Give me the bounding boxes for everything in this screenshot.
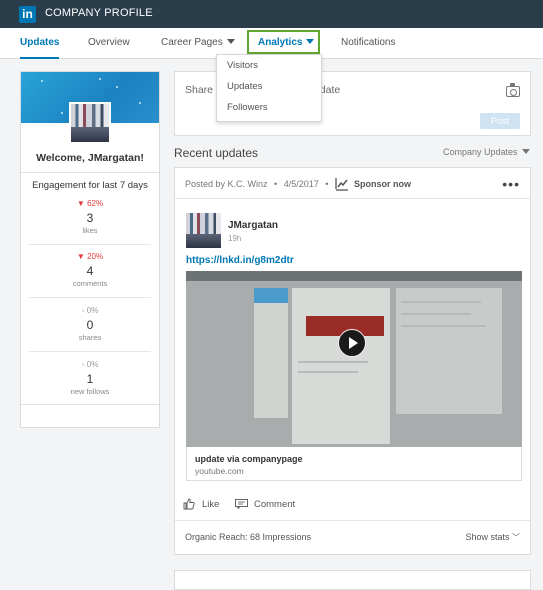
change-indicator: ◦ 0% [81,360,99,369]
stat-label: comments [72,279,108,288]
show-stats-label: Show stats [465,532,510,542]
tab-overview-label: Overview [88,37,130,48]
change-indicator: ▼ 20% [76,252,104,261]
divider [29,351,151,352]
stat-value: 1 [86,372,94,386]
stat-new-follows: ◦ 0% 1 new follows [29,360,151,397]
share-placeholder-right: date [319,84,341,96]
tab-notifications[interactable]: Notifications [341,28,395,58]
post-date: 4/5/2017 [283,179,319,189]
sponsor-now-button[interactable]: Sponsor now [354,179,411,189]
tab-updates[interactable]: Updates [20,28,60,59]
tab-overview[interactable]: Overview [88,28,130,58]
page-title: COMPANY PROFILE [45,7,153,19]
engagement-title: Engagement for last 7 days [32,180,148,191]
post-button[interactable]: Post [480,113,520,129]
video-title: update via companypage [195,454,303,464]
analytics-dropdown: Visitors Updates Followers [216,54,322,122]
company-updates-filter[interactable]: Company Updates [443,147,530,157]
chevron-down-icon [521,149,530,154]
thumbs-up-icon[interactable] [183,498,195,510]
tab-updates-label: Updates [20,37,60,48]
video-source: youtube.com [195,466,244,476]
post-meta: Posted by K.C. Winz • 4/5/2017 • [185,179,329,189]
video-caption[interactable]: update via companypage youtube.com [186,447,522,481]
divider [21,404,159,405]
stat-value: 3 [86,211,94,225]
video-thumbnail[interactable] [186,271,522,447]
camera-icon[interactable] [506,83,520,97]
next-post-card [174,570,531,590]
post-link[interactable]: https://lnkd.in/g8m2dtr [186,255,294,266]
menu-item-visitors[interactable]: Visitors [217,55,321,76]
organic-reach: Organic Reach: 68 Impressions [185,532,312,542]
change-indicator: ◦ 0% [81,306,99,315]
like-button[interactable]: Like [202,499,219,510]
show-stats-toggle[interactable]: Show stats ﹀ [465,532,520,543]
chevron-down-icon [226,39,235,44]
comment-button[interactable]: Comment [254,499,295,510]
comment-icon[interactable] [235,499,248,509]
welcome-text: Welcome, JMargatan! [36,152,144,164]
post-time: 19h [228,234,242,243]
company-summary-card: Welcome, JMargatan! Engagement for last … [20,71,160,428]
author-name[interactable]: JMargatan [228,220,278,231]
stat-comments: ▼ 20% 4 comments [29,252,151,289]
stat-shares: ◦ 0% 0 shares [29,306,151,343]
analytics-highlight-box [247,30,320,54]
stat-likes: ▼ 62% 3 likes [29,199,151,236]
trending-icon [335,178,348,191]
divider [175,520,530,521]
recent-updates-heading: Recent updates [174,146,259,160]
stat-label: likes [82,226,98,235]
top-bar: in COMPANY PROFILE [0,0,543,28]
filter-label: Company Updates [443,147,518,157]
change-indicator: ▼ 62% [76,199,104,208]
avatar[interactable] [69,102,111,144]
divider [29,297,151,298]
posted-by: Posted by K.C. Winz [185,179,268,189]
stat-value: 0 [86,318,94,332]
divider [175,198,530,199]
menu-item-followers[interactable]: Followers [217,97,321,118]
more-options-icon[interactable]: ••• [502,177,520,191]
stat-label: shares [78,333,102,342]
chevron-down-icon: ﹀ [512,533,520,542]
stat-label: new follows [70,387,110,396]
divider [29,244,151,245]
tab-career-pages-label: Career Pages [161,37,223,48]
menu-item-updates[interactable]: Updates [217,76,321,97]
author-avatar[interactable] [186,213,221,248]
divider [21,172,159,173]
play-icon[interactable] [338,329,366,357]
tab-notifications-label: Notifications [341,37,396,48]
stat-value: 4 [86,264,94,278]
post-card: Posted by K.C. Winz • 4/5/2017 • Sponsor… [174,167,531,555]
linkedin-logo-icon[interactable]: in [19,6,36,23]
